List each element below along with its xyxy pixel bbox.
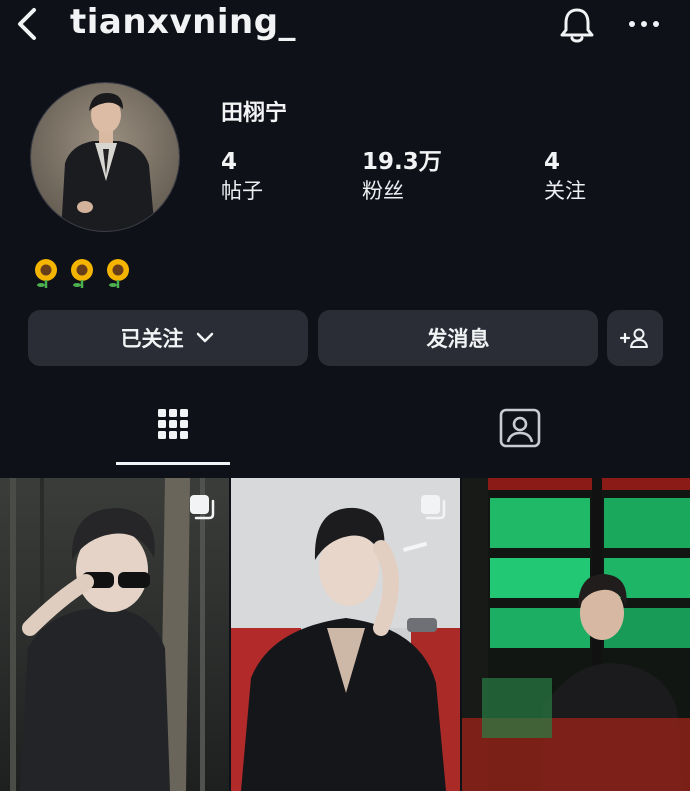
bell-icon: [560, 8, 594, 43]
stat-posts[interactable]: 4 帖子: [221, 148, 263, 206]
sunflower-icon: [35, 259, 57, 288]
chevron-down-icon: [196, 332, 213, 343]
stat-followers[interactable]: 19.3万 粉丝: [362, 148, 442, 206]
post-thumbnail-2[interactable]: [231, 478, 460, 791]
multi-post-icon: [187, 492, 217, 522]
tab-selected-indicator: [116, 462, 230, 465]
bio-emojis: [35, 259, 129, 288]
message-label: 发消息: [426, 327, 490, 351]
tagged-person-icon: [499, 408, 541, 448]
display-name: 田栩宁: [221, 101, 288, 126]
stat-following-count: 4: [544, 149, 561, 175]
stat-followers-label: 粉丝: [362, 179, 404, 203]
add-user-icon: [619, 328, 648, 348]
grid-icon: [158, 409, 188, 439]
ellipsis-icon: [629, 21, 659, 27]
sunflower-icon: [71, 259, 93, 288]
more-options-button[interactable]: [624, 8, 664, 40]
post-image: [231, 478, 460, 791]
post-image: [462, 478, 690, 791]
stat-followers-count: 19.3万: [362, 149, 442, 175]
following-button[interactable]: 已关注: [28, 310, 308, 366]
following-label: 已关注: [120, 327, 184, 351]
tab-tagged-posts[interactable]: [460, 400, 580, 462]
stat-posts-count: 4: [221, 149, 238, 175]
multi-post-icon: [418, 492, 448, 522]
post-thumbnail-1[interactable]: [0, 478, 229, 791]
avatar-photo: [31, 83, 179, 231]
tab-posts-grid[interactable]: [116, 400, 230, 466]
stat-following-label: 关注: [544, 179, 586, 203]
message-button[interactable]: 发消息: [318, 310, 598, 366]
profile-username: tianxvning_: [70, 2, 297, 42]
back-button[interactable]: [10, 4, 46, 44]
avatar[interactable]: [30, 82, 180, 232]
chevron-left-icon: [18, 8, 36, 40]
stat-following[interactable]: 4 关注: [544, 148, 586, 206]
sunflower-icon: [107, 259, 129, 288]
bio: [32, 256, 132, 288]
add-user-button[interactable]: [607, 310, 663, 366]
post-thumbnail-3[interactable]: [462, 478, 690, 791]
stat-posts-label: 帖子: [221, 179, 263, 203]
notification-button[interactable]: [556, 4, 598, 46]
post-image: [0, 478, 229, 791]
